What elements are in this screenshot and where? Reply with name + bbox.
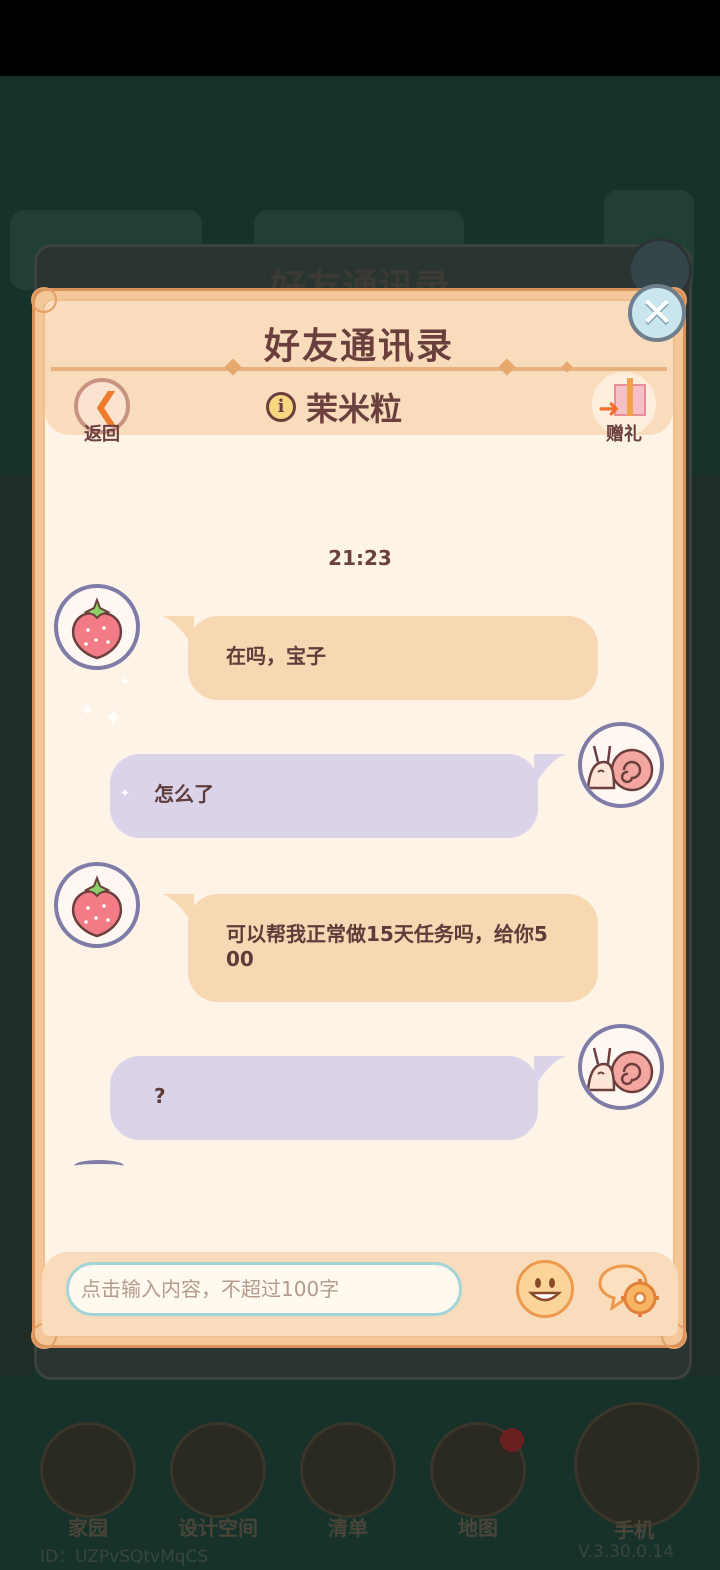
nav-home[interactable]: 家园 xyxy=(40,1422,136,1541)
sparkle-icon: ✦ xyxy=(104,706,123,731)
nav-map-label: 地图 xyxy=(458,1516,498,1540)
next-avatar-edge xyxy=(74,1160,124,1172)
phone-label: 手机 xyxy=(614,1518,654,1542)
nav-home-label: 家园 xyxy=(68,1516,108,1540)
list-icon xyxy=(300,1422,396,1518)
message-timestamp: 21:23 xyxy=(328,546,392,570)
nav-design-label: 设计空间 xyxy=(178,1516,258,1540)
message-text: ? xyxy=(154,1084,166,1108)
close-button[interactable]: ✕ xyxy=(628,284,686,342)
strawberry-avatar-icon xyxy=(71,875,123,938)
info-icon[interactable]: i xyxy=(266,392,296,422)
chat-settings-button[interactable] xyxy=(596,1262,662,1318)
player-id: ID：UZPvSQtvMqCS xyxy=(40,1547,209,1567)
back-label: 返回 xyxy=(84,424,120,445)
message-bubble[interactable]: ? xyxy=(110,1056,538,1140)
message-input[interactable] xyxy=(66,1262,462,1316)
nav-map[interactable]: 地图 xyxy=(430,1422,526,1541)
bubble-tail xyxy=(534,1056,566,1088)
my-avatar[interactable] xyxy=(578,1024,664,1110)
gift-ribbon xyxy=(627,378,633,416)
nav-design-space[interactable]: 设计空间 xyxy=(170,1422,266,1541)
snail-avatar-icon xyxy=(586,1047,654,1094)
emoji-icon xyxy=(527,1278,563,1302)
message-bubble[interactable]: 在吗，宝子 xyxy=(188,616,598,700)
my-avatar[interactable] xyxy=(578,722,664,808)
friend-avatar[interactable] xyxy=(54,584,140,670)
send-arrow-icon: ➜ xyxy=(598,394,620,424)
back-arrow-icon: ❮ xyxy=(92,386,121,426)
chat-settings-icon xyxy=(598,1264,659,1317)
sparkle-icon: ✦ xyxy=(120,786,131,800)
bg-left-edge xyxy=(0,476,34,1376)
message-text: 可以帮我正常做15天任务吗，给你500 xyxy=(226,922,548,971)
sparkle-icon: ✦ xyxy=(120,674,131,688)
nav-list-label: 清单 xyxy=(328,1516,368,1540)
corner-ornament xyxy=(31,287,57,313)
notification-dot xyxy=(500,1428,524,1452)
version-text: V.3.30.0.14 xyxy=(578,1542,674,1562)
snail-avatar-icon xyxy=(586,745,654,792)
message-bubble[interactable]: 可以帮我正常做15天任务吗，给你500 xyxy=(188,894,598,1002)
message-bubble[interactable]: 怎么了 xyxy=(110,754,538,838)
status-bar xyxy=(0,0,720,76)
home-icon xyxy=(40,1422,136,1518)
nav-list[interactable]: 清单 xyxy=(300,1422,396,1541)
contact-name: 茉米粒 xyxy=(306,390,403,428)
message-text: 怎么了 xyxy=(154,782,214,806)
bg-right-edge xyxy=(688,476,720,1376)
message-text: 在吗，宝子 xyxy=(226,644,326,668)
sparkle-icon: ✦ xyxy=(80,700,96,721)
emoji-button[interactable] xyxy=(516,1260,574,1318)
close-icon: ✕ xyxy=(640,290,674,336)
strawberry-avatar-icon xyxy=(71,597,123,660)
design-icon xyxy=(170,1422,266,1518)
friend-avatar[interactable] xyxy=(54,862,140,948)
title-divider xyxy=(51,367,667,371)
phone-button[interactable] xyxy=(574,1402,700,1528)
bubble-tail xyxy=(534,754,566,786)
dialog-title: 好友通讯录 xyxy=(263,326,454,367)
gift-label: 赠礼 xyxy=(606,424,642,445)
